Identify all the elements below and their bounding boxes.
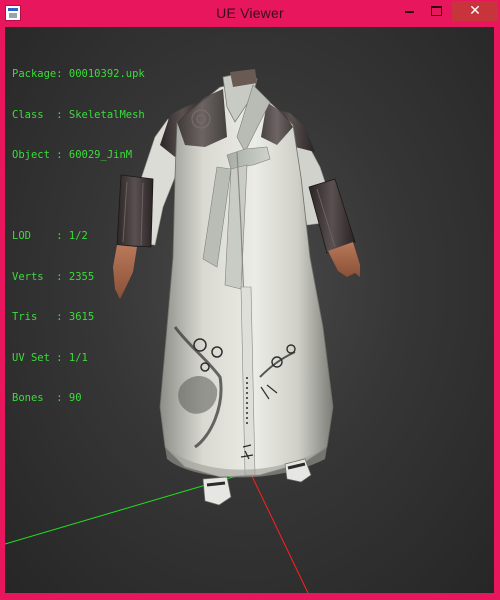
minimize-icon: [405, 11, 414, 13]
close-icon: ✕: [469, 3, 481, 19]
info-class: Class : SkeletalMesh: [12, 108, 145, 121]
info-object: Object : 60029_JinM: [12, 149, 133, 161]
minimize-button[interactable]: [396, 1, 423, 21]
left-shoe: [202, 476, 232, 506]
title-bar[interactable]: UE Viewer ✕: [0, 0, 500, 27]
close-button[interactable]: ✕: [452, 1, 498, 21]
axis-line-red: [249, 471, 309, 593]
info-package: Package: 00010392.upk: [12, 68, 145, 80]
app-window: UE Viewer ✕ Package: 00010392.upk Class …: [0, 0, 500, 600]
info-lod: LOD : 1/2: [12, 230, 88, 242]
3d-viewport[interactable]: Package: 00010392.upk Class : SkeletalMe…: [5, 27, 494, 593]
info-spacer: [12, 190, 145, 204]
maximize-icon: [431, 6, 442, 16]
mesh-info-panel: Package: 00010392.upk Class : SkeletalMe…: [12, 41, 145, 433]
info-tris: Tris : 3615: [12, 311, 95, 323]
info-verts: Verts : 2355: [12, 270, 95, 283]
info-bones: Bones : 90: [12, 392, 82, 404]
maximize-button[interactable]: [423, 1, 450, 21]
info-uvset: UV Set : 1/1: [12, 351, 88, 364]
